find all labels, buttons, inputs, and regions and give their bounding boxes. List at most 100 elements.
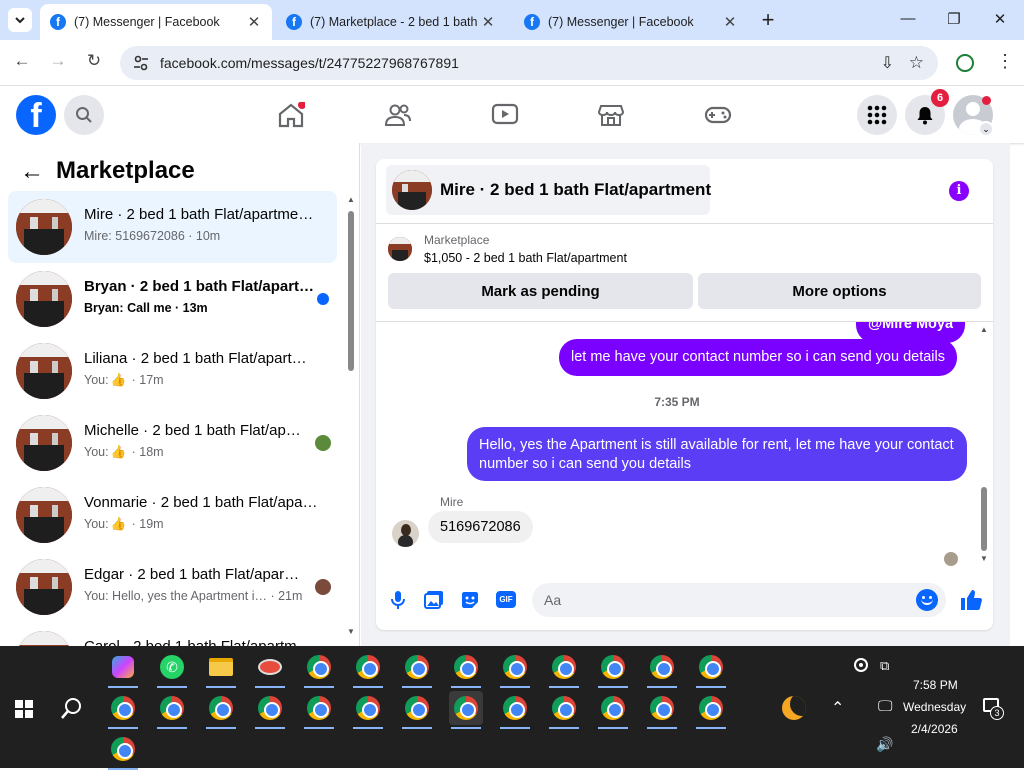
- tab-search-button[interactable]: [8, 8, 32, 32]
- clock-day[interactable]: Wednesday: [903, 700, 966, 714]
- chevron-down-icon[interactable]: ⌄: [978, 121, 994, 137]
- chrome-icon[interactable]: [351, 691, 385, 729]
- home-icon[interactable]: [277, 102, 305, 128]
- volume-icon[interactable]: 🔊: [876, 736, 893, 753]
- conversation-item[interactable]: Carol · 2 bed 1 bath Flat/apartm…: [8, 623, 337, 646]
- thumbs-up-icon[interactable]: [959, 588, 983, 612]
- back-arrow-icon[interactable]: ←: [10, 51, 34, 71]
- install-app-icon[interactable]: ⇩: [881, 53, 894, 73]
- conversation-item[interactable]: Mire · 2 bed 1 bath Flat/apartme… Mire: 5…: [8, 191, 337, 263]
- bookmark-star-icon[interactable]: ☆: [909, 53, 924, 73]
- chrome-icon[interactable]: [400, 691, 434, 729]
- network-icon[interactable]: 🖵: [878, 698, 892, 715]
- tab-messenger-1[interactable]: f (7) Messenger | Facebook ✕: [40, 4, 272, 40]
- clock-time[interactable]: 7:58 PM: [913, 678, 958, 692]
- windows-start-icon[interactable]: [15, 700, 33, 718]
- chrome-icon[interactable]: [498, 650, 532, 688]
- show-hidden-icons-icon[interactable]: ⌃: [831, 698, 844, 718]
- conversation-time: 10m: [195, 229, 221, 243]
- close-tab-icon[interactable]: ✕: [722, 13, 738, 31]
- reload-icon[interactable]: ↻: [82, 51, 106, 71]
- conversation-item[interactable]: Liliana · 2 bed 1 bath Flat/apart… You: 👍 …: [8, 335, 337, 407]
- tab-marketplace[interactable]: f (7) Marketplace - 2 bed 1 bath F ✕: [276, 4, 506, 40]
- friends-icon[interactable]: [384, 102, 412, 128]
- chrome-icon[interactable]: [302, 691, 336, 729]
- info-icon[interactable]: i: [949, 181, 969, 201]
- screen-record-icon[interactable]: [854, 658, 868, 672]
- tab-messenger-2[interactable]: f (7) Messenger | Facebook ✕: [514, 4, 748, 40]
- video-icon[interactable]: [491, 102, 519, 128]
- camera-icon[interactable]: ⧉: [880, 658, 889, 674]
- emoji-icon[interactable]: [916, 589, 938, 611]
- chrome-icon[interactable]: [694, 691, 728, 729]
- chat-scrollbar[interactable]: ▲ ▼: [978, 322, 990, 567]
- search-button[interactable]: [64, 95, 104, 135]
- forward-arrow-icon[interactable]: →: [46, 51, 70, 71]
- chrome-icon[interactable]: [351, 650, 385, 688]
- whatsapp-icon[interactable]: ✆: [155, 650, 189, 688]
- file-explorer-icon[interactable]: [204, 650, 238, 688]
- conversation-item[interactable]: Vonmarie · 2 bed 1 bath Flat/apa… You: 👍 ·…: [8, 479, 337, 551]
- conversation-time: 18m: [139, 445, 164, 459]
- mark-as-pending-button[interactable]: Mark as pending: [388, 273, 693, 309]
- chrome-icon[interactable]: [204, 691, 238, 729]
- clock-date[interactable]: 2/4/2026: [911, 722, 958, 736]
- message-bubble-outgoing[interactable]: let me have your contact number so i can…: [559, 339, 957, 376]
- chrome-icon[interactable]: [449, 691, 483, 729]
- photo-icon[interactable]: [424, 590, 444, 610]
- grid-menu-icon: [867, 105, 887, 125]
- conversation-name: Michelle · 2 bed 1 bath Flat/ap…: [84, 422, 301, 439]
- chrome-icon[interactable]: [547, 650, 581, 688]
- message-input[interactable]: Aa: [532, 583, 946, 617]
- close-tab-icon[interactable]: ✕: [246, 13, 262, 31]
- preview-text: You:: [84, 445, 109, 459]
- close-tab-icon[interactable]: ✕: [480, 13, 496, 31]
- chrome-icon[interactable]: [400, 650, 434, 688]
- chrome-icon[interactable]: [596, 650, 630, 688]
- app-icon[interactable]: [253, 650, 287, 688]
- conversation-item[interactable]: Michelle · 2 bed 1 bath Flat/ap… You: 👍 · …: [8, 407, 337, 479]
- close-window-icon[interactable]: ✕: [990, 10, 1010, 28]
- site-settings-icon[interactable]: [132, 54, 150, 72]
- microphone-icon[interactable]: [390, 590, 406, 610]
- account-alert-dot: [982, 96, 991, 105]
- minimize-window-icon[interactable]: —: [898, 10, 918, 27]
- chrome-icon[interactable]: [498, 691, 532, 729]
- conversation-item[interactable]: Bryan · 2 bed 1 bath Flat/apart… Bryan: C…: [8, 263, 337, 335]
- profile-icon[interactable]: [956, 54, 974, 72]
- sticker-icon[interactable]: [460, 590, 480, 610]
- message-bubble-incoming[interactable]: 5169672086: [428, 511, 533, 543]
- chrome-icon[interactable]: [302, 650, 336, 688]
- address-bar[interactable]: facebook.com/messages/t/2477522796876789…: [120, 46, 938, 80]
- restore-window-icon[interactable]: ❐: [944, 10, 964, 28]
- browser-menu-icon[interactable]: ⋮: [996, 51, 1014, 72]
- new-tab-button[interactable]: +: [758, 7, 778, 33]
- chrome-icon[interactable]: [106, 732, 140, 770]
- conversation-item[interactable]: Edgar · 2 bed 1 bath Flat/apar… You: Hell…: [8, 551, 337, 623]
- back-arrow-icon[interactable]: ←: [20, 158, 44, 186]
- gaming-icon[interactable]: [704, 102, 732, 128]
- listing-source-label: Marketplace: [424, 233, 490, 247]
- chrome-icon[interactable]: [449, 650, 483, 688]
- listing-summary[interactable]: $1,050 - 2 bed 1 bath Flat/apartment: [424, 251, 627, 265]
- weather-moon-icon[interactable]: [782, 696, 806, 720]
- listing-thumbnail: [16, 199, 72, 255]
- chrome-icon[interactable]: [547, 691, 581, 729]
- message-bubble-outgoing[interactable]: Hello, yes the Apartment is still availa…: [467, 427, 967, 481]
- conversation-list-scrollbar[interactable]: ▲ ▼: [345, 195, 357, 636]
- chrome-icon[interactable]: [645, 691, 679, 729]
- gif-icon[interactable]: GIF: [496, 591, 516, 608]
- chrome-icon[interactable]: [596, 691, 630, 729]
- chrome-icon[interactable]: [694, 650, 728, 688]
- chrome-icon[interactable]: [645, 650, 679, 688]
- facebook-logo-icon[interactable]: f: [16, 95, 56, 135]
- copilot-icon[interactable]: [106, 650, 140, 688]
- search-icon[interactable]: [60, 696, 84, 720]
- chrome-icon[interactable]: [253, 691, 287, 729]
- chrome-icon[interactable]: [155, 691, 189, 729]
- more-options-button[interactable]: More options: [698, 273, 981, 309]
- menu-button[interactable]: [857, 95, 897, 135]
- chrome-icon[interactable]: [106, 691, 140, 729]
- chat-header[interactable]: Mire · 2 bed 1 bath Flat/apartment: [386, 165, 711, 215]
- marketplace-icon[interactable]: [597, 102, 625, 128]
